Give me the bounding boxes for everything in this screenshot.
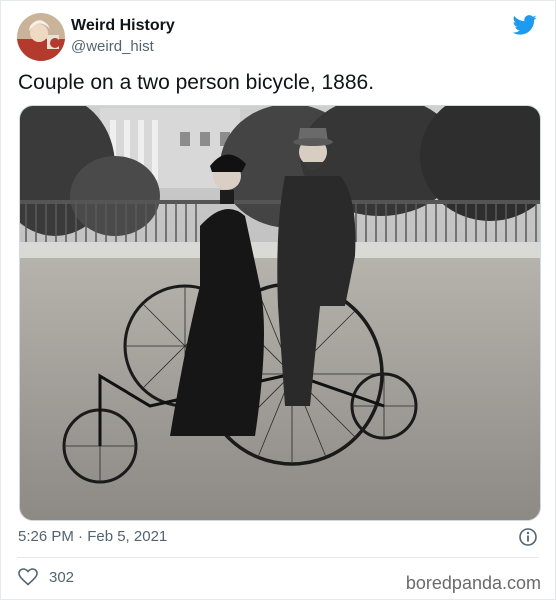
tweet-card: Weird History @weird_hist Couple on a tw… (0, 0, 556, 600)
avatar[interactable] (17, 13, 65, 61)
tweet-text: Couple on a two person bicycle, 1886. (18, 71, 375, 94)
divider (17, 557, 539, 558)
info-circle-icon[interactable] (519, 528, 537, 546)
watermark: boredpanda.com (405, 573, 541, 593)
author-handle[interactable]: @weird_hist (71, 38, 154, 55)
author-display-name[interactable]: Weird History (71, 17, 175, 35)
like-count[interactable]: 302 (49, 569, 74, 586)
tweet-photo[interactable] (19, 105, 541, 521)
tweet-timestamp[interactable]: 5:26 PM · Feb 5, 2021 (18, 528, 167, 545)
photo-couple-on-tandem-bicycle (20, 106, 540, 520)
avatar-portrait-icon (17, 13, 65, 61)
twitter-bird-icon[interactable] (512, 15, 537, 35)
heart-outline-icon[interactable] (18, 568, 38, 586)
